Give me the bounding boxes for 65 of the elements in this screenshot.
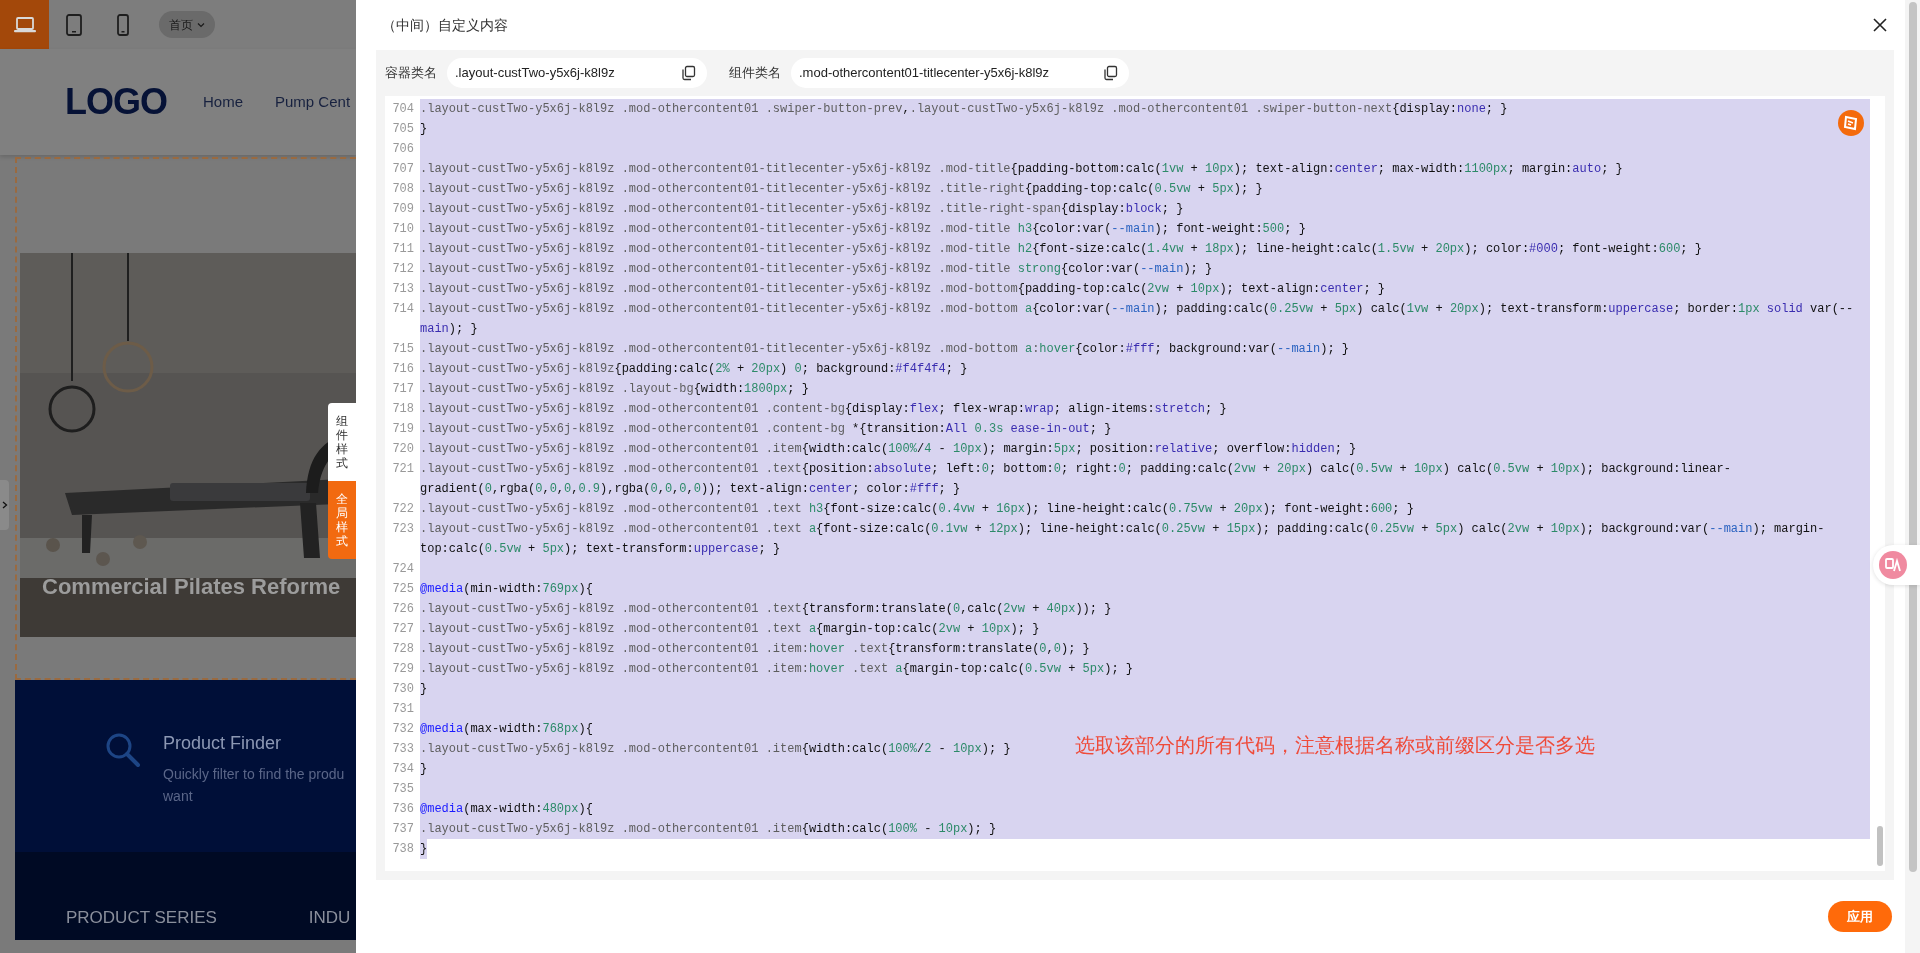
page-select[interactable]: 首页 xyxy=(159,11,215,38)
footer-link[interactable]: INDU xyxy=(308,904,351,930)
line-number: 729 xyxy=(392,662,414,676)
line-number: 719 xyxy=(392,422,414,436)
copy-icon[interactable] xyxy=(1103,65,1119,81)
copy-icon[interactable] xyxy=(681,65,697,81)
line-number: 732 xyxy=(392,722,414,736)
chevron-icon[interactable] xyxy=(1,501,8,509)
app-icon[interactable] xyxy=(1838,110,1864,136)
translate-icon[interactable] xyxy=(1879,551,1907,579)
nav-link[interactable]: Home xyxy=(203,90,243,114)
line-number: 709 xyxy=(392,202,414,216)
line-number: 717 xyxy=(392,382,414,396)
line-number: 738 xyxy=(392,842,414,856)
line-number: 728 xyxy=(392,642,414,656)
line-number: 706 xyxy=(392,142,414,156)
finder-description: Quickly filter to find the produ want xyxy=(163,765,345,806)
line-number: 730 xyxy=(392,682,414,696)
line-number: 726 xyxy=(392,602,414,616)
chevron-icon xyxy=(197,20,205,29)
field-label: 容器类名 xyxy=(385,64,437,83)
line-number: 716 xyxy=(392,362,414,376)
close-icon[interactable] xyxy=(1873,18,1887,32)
banner-caption: Commercial Pilates Reforme xyxy=(42,573,341,601)
line-number: 735 xyxy=(392,782,414,796)
style-tab[interactable]: 组件样式 xyxy=(328,403,356,481)
line-number: 737 xyxy=(392,822,414,836)
site-logo: LOGO xyxy=(65,80,167,124)
code-line: } xyxy=(420,839,1870,859)
line-number: 713 xyxy=(392,282,414,296)
line-number: 712 xyxy=(392,262,414,276)
line-number: 708 xyxy=(392,182,414,196)
line-number: 723 xyxy=(392,522,414,536)
class-name-field[interactable]: .layout-custTwo-y5x6j-k8l9z xyxy=(447,58,707,88)
nav-link[interactable]: Pump Cent xyxy=(275,90,351,114)
line-number: 733 xyxy=(392,742,414,756)
class-name-field[interactable]: .mod-othercontent01-titlecenter-y5x6j-k8l9z xyxy=(791,58,1129,88)
field-label: 组件类名 xyxy=(729,64,781,83)
scrollbar-thumb[interactable] xyxy=(1877,826,1883,866)
side-handle[interactable] xyxy=(0,480,9,530)
line-number: 711 xyxy=(392,242,414,256)
page-scrollbar[interactable] xyxy=(1905,0,1920,953)
line-number: 731 xyxy=(392,702,414,716)
line-number: 720 xyxy=(392,442,414,456)
line-number: 727 xyxy=(392,622,414,636)
line-number: 725 xyxy=(392,582,414,596)
footer-link[interactable]: PRODUCT SERIES xyxy=(66,904,217,930)
line-number: 705 xyxy=(392,122,414,136)
device-tab[interactable] xyxy=(0,0,49,49)
line-number: 710 xyxy=(392,222,414,236)
line-number: 707 xyxy=(392,162,414,176)
line-number: 736 xyxy=(392,802,414,816)
line-number: 721 xyxy=(392,462,414,476)
translate-tab[interactable] xyxy=(1873,545,1920,585)
search-icon xyxy=(105,732,141,768)
dialog-title: （中间）自定义内容 xyxy=(382,15,508,35)
line-number: 714 xyxy=(392,302,414,316)
line-number: 715 xyxy=(392,342,414,356)
line-number: 722 xyxy=(392,502,414,516)
scrollbar-thumb[interactable] xyxy=(1908,2,1917,872)
line-number: 704 xyxy=(392,102,414,116)
finder-title: Product Finder xyxy=(163,732,283,755)
line-number: 718 xyxy=(392,402,414,416)
line-number: 724 xyxy=(392,562,414,576)
line-number: 734 xyxy=(392,762,414,776)
